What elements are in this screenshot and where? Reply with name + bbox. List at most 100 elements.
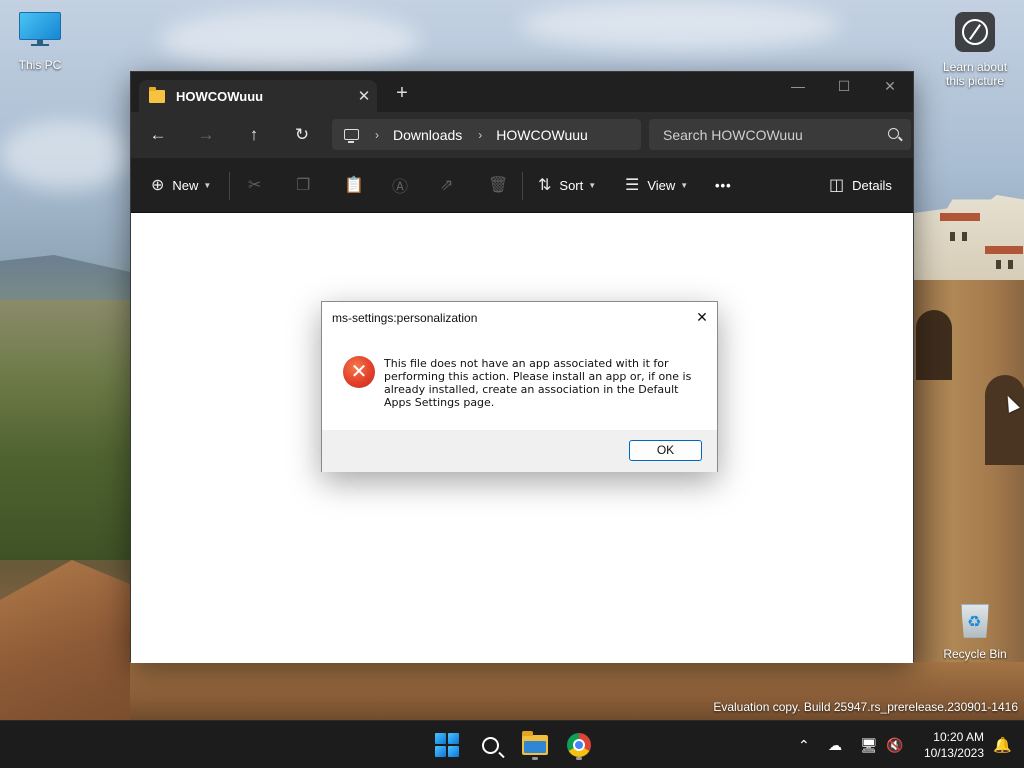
copy-button[interactable]: ❐ [296,172,318,198]
maximize-button[interactable]: ☐ [821,72,867,102]
breadcrumb-separator-icon: › [375,127,379,142]
refresh-button[interactable]: ↻ [286,122,318,148]
chrome-icon [567,733,591,757]
view-label: View [647,177,676,193]
plus-circle-icon: ⊕ [151,177,165,194]
desktop-icon-this-pc[interactable]: This PC [0,12,80,72]
paste-icon: 📋 [344,177,364,194]
address-bar[interactable]: › Downloads › HOWCOWuuu [332,119,641,150]
ok-button[interactable]: OK [629,440,702,461]
details-button[interactable]: ◫ Details [829,172,892,198]
tab-howcowuuu[interactable]: HOWCOWuuu ✕ [139,80,377,112]
close-window-button[interactable]: ✕ [867,72,913,102]
cloud [160,10,420,70]
taskbar: ⌃ ☁ 🖥 🔇 10:20 AM 10/13/2023 🔔 [0,720,1024,768]
search-icon [481,736,499,754]
taskbar-file-explorer[interactable] [519,729,551,761]
recycle-bin-icon: ♻ [958,600,992,640]
breadcrumb-howcowuuu[interactable]: HOWCOWuuu [496,127,588,143]
monitor-icon [19,12,61,46]
desktop-icon-learn-about-picture[interactable]: Learn about this picture [935,12,1015,88]
more-options-button[interactable]: ••• [715,172,732,198]
dialog-close-icon[interactable]: ✕ [691,306,713,328]
tray-overflow-button[interactable]: ⌃ [798,721,810,768]
details-pane-icon: ◫ [829,177,845,194]
window [962,232,967,241]
error-icon: ✕ [343,356,375,388]
up-button[interactable]: ↑ [238,122,270,148]
forward-button[interactable]: → [190,122,222,148]
desktop-icon-label: This PC [18,58,62,72]
share-button[interactable]: ⇗ [440,172,461,198]
command-bar: ⊕ New ▼ ✂ ❐ 📋 Ⓐ ⇗ 🗑 ⇅ Sort ▼ ☰ View ▼ ••… [131,158,913,213]
bridge-arch [985,375,1024,465]
running-indicator [532,757,538,760]
roof [985,246,1023,254]
file-explorer-icon [522,731,548,755]
cloud-sync-icon: ☁ [828,736,842,753]
this-pc-icon [344,129,359,143]
learn-about-picture-icon [955,12,995,52]
taskbar-search-button[interactable] [474,729,506,761]
more-icon: ••• [715,177,732,193]
network-tray[interactable]: 🖥 [860,721,878,768]
start-button[interactable] [431,729,463,761]
rename-icon: Ⓐ [392,179,409,196]
sort-label: Sort [559,177,584,193]
divider [522,172,523,200]
bridge-arch [916,310,952,380]
minimize-button[interactable]: — [775,72,821,102]
divider [229,172,230,200]
share-icon: ⇗ [440,177,454,194]
new-label: New [172,177,199,193]
chevron-up-icon: ⌃ [798,736,810,753]
volume-muted-icon: 🔇 [886,736,904,753]
desktop-icon-label: Recycle Bin [943,647,1007,661]
new-tab-button[interactable]: + [391,82,413,104]
dialog-message: This file does not have an app associate… [384,357,692,409]
back-button[interactable]: ← [142,122,174,148]
network-icon: 🖥 [860,736,878,753]
rename-button[interactable]: Ⓐ [392,172,416,198]
clock-date: 10/13/2023 [923,746,984,760]
volume-tray[interactable]: 🔇 [886,721,903,768]
details-label: Details [852,177,892,193]
roof [940,213,980,221]
start-icon [435,733,459,757]
error-dialog: ms-settings:personalization ✕ ✕ This fil… [321,301,718,472]
breadcrumb-downloads[interactable]: Downloads [393,127,462,143]
system-clock[interactable]: 10:20 AM 10/13/2023 [924,729,984,761]
window [996,260,1001,269]
view-button[interactable]: ☰ View ▼ [625,172,688,198]
town-buildings [914,195,1024,285]
new-button[interactable]: ⊕ New ▼ [151,172,211,198]
sort-icon: ⇅ [538,177,552,194]
tab-close-icon[interactable]: ✕ [351,87,377,105]
delete-button[interactable]: 🗑 [488,172,516,198]
tab-title: HOWCOWuuu [176,88,264,104]
clock-time: 10:20 AM [933,730,984,744]
trash-icon: 🗑 [488,177,509,194]
cut-icon: ✂ [248,177,262,194]
breadcrumb-separator-icon: › [478,127,483,142]
notification-bell-icon[interactable]: 🔔 [993,736,1012,754]
desktop-icon-recycle-bin[interactable]: ♻ Recycle Bin [935,600,1015,661]
running-indicator [576,757,582,760]
cloud [520,0,840,50]
chevron-down-icon: ▼ [203,180,212,190]
desktop-icon-label: Learn about this picture [942,60,1008,88]
cut-button[interactable]: ✂ [248,172,269,198]
valley [0,300,135,560]
window [1008,260,1013,269]
evaluation-watermark: Evaluation copy. Build 25947.rs_prerelea… [713,700,1018,714]
paste-button[interactable]: 📋 [344,172,372,198]
chevron-down-icon: ▼ [680,180,689,190]
tab-bar: HOWCOWuuu ✕ + — ☐ ✕ [131,72,913,112]
search-input[interactable]: Search HOWCOWuuu [649,119,911,150]
onedrive-tray[interactable]: ☁ [828,721,842,768]
cloud [0,120,130,190]
sort-button[interactable]: ⇅ Sort ▼ [538,172,596,198]
folder-icon [149,86,165,103]
taskbar-chrome[interactable] [563,729,595,761]
dialog-body: ✕ This file does not have an app associa… [322,332,717,430]
